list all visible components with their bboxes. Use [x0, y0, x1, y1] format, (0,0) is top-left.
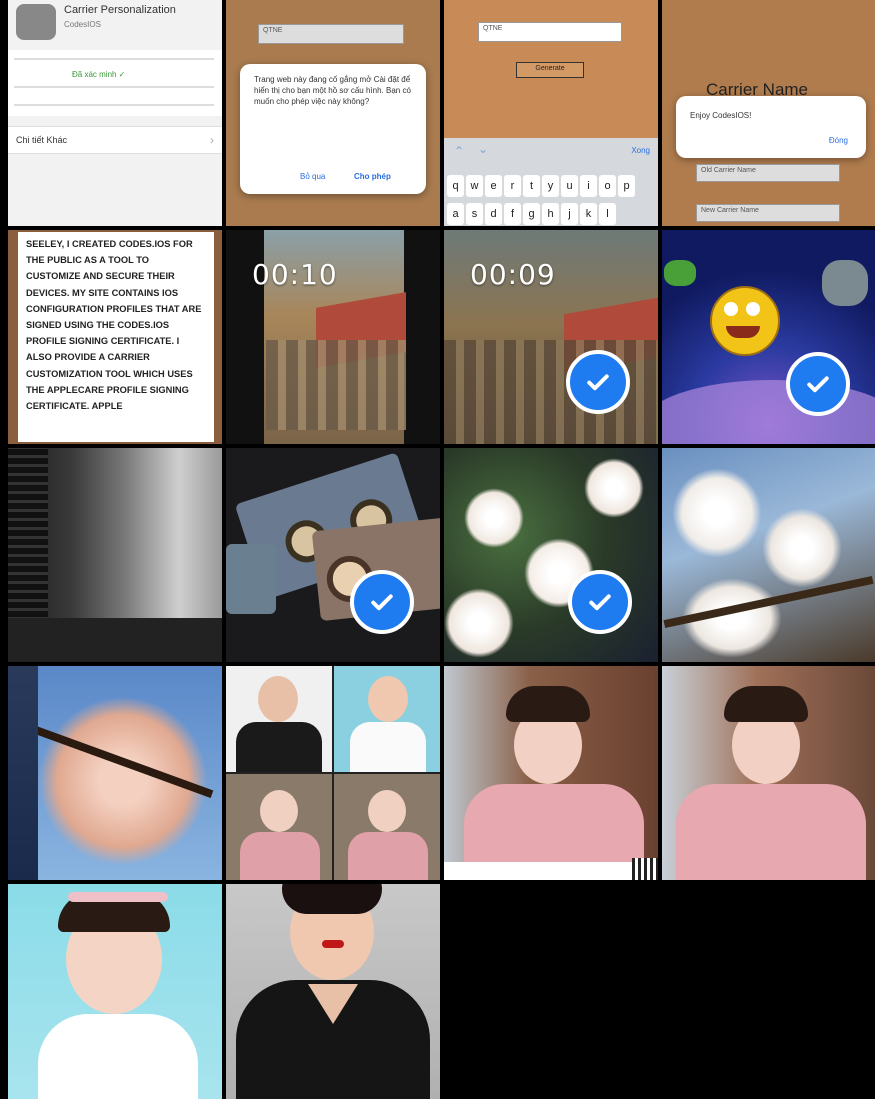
verified-status: Đã xác minh ✓	[72, 70, 126, 79]
photo-tile-9[interactable]	[8, 448, 222, 662]
key-i[interactable]: i	[580, 175, 597, 197]
key-f[interactable]: f	[504, 203, 521, 225]
photo-tile-8[interactable]	[662, 230, 875, 444]
cartoon-character	[822, 260, 868, 306]
key-w[interactable]: w	[466, 175, 483, 197]
key-g[interactable]: g	[523, 203, 540, 225]
key-l[interactable]: l	[599, 203, 616, 225]
permission-dialog: Trang web này đang cố gắng mở Cài đặt để…	[240, 64, 426, 194]
dialog-message: Enjoy CodesIOS!	[690, 111, 752, 120]
photo-tile-3[interactable]: QTNE Generate ⌃ ⌄ Xong qwertyuiop asdfgh…	[444, 0, 658, 226]
chevron-right-icon: ›	[210, 133, 214, 147]
ignore-button[interactable]: Bỏ qua	[300, 172, 325, 181]
key-t[interactable]: t	[523, 175, 540, 197]
key-s[interactable]: s	[466, 203, 483, 225]
portrait-clothing	[38, 1014, 198, 1099]
key-q[interactable]: q	[447, 175, 464, 197]
done-button[interactable]: Xong	[631, 146, 650, 155]
more-details-label: Chi tiết Khác	[16, 135, 68, 145]
video-duration: 00:10	[252, 258, 338, 291]
selected-checkmark-icon[interactable]	[350, 570, 414, 634]
photo-tile-18[interactable]	[226, 884, 440, 1099]
photo-tile-12[interactable]	[662, 448, 875, 662]
key-y[interactable]: y	[542, 175, 559, 197]
selected-checkmark-icon[interactable]	[786, 352, 850, 416]
cartoon-character	[710, 286, 780, 356]
key-u[interactable]: u	[561, 175, 578, 197]
photo-tile-15[interactable]	[444, 666, 658, 880]
photo-tile-13[interactable]	[8, 666, 222, 880]
app-icon	[16, 4, 56, 40]
cartoon-character	[664, 260, 696, 286]
info-block: Đã xác minh ✓	[8, 50, 222, 116]
key-r[interactable]: r	[504, 175, 521, 197]
blossom	[584, 458, 644, 518]
photo-tile-4[interactable]: Carrier Name Enjoy CodesIOS! Đóng Old Ca…	[662, 0, 875, 226]
allow-button[interactable]: Cho phép	[354, 172, 391, 181]
photo-tile-16[interactable]	[662, 666, 875, 880]
photo-tile-11[interactable]	[444, 448, 658, 662]
key-k[interactable]: k	[580, 203, 597, 225]
photo-tile-17[interactable]	[8, 884, 222, 1099]
dialog-message: Trang web này đang cố gắng mở Cài đặt để…	[254, 75, 411, 106]
key-a[interactable]: a	[447, 203, 464, 225]
key-p[interactable]: p	[618, 175, 635, 197]
enjoy-dialog: Enjoy CodesIOS! Đóng	[676, 96, 866, 158]
photo-tile-14[interactable]	[226, 666, 440, 880]
blossom	[464, 488, 524, 548]
key-o[interactable]: o	[599, 175, 616, 197]
code-input: QTNE	[258, 24, 404, 44]
caption-bar	[444, 862, 634, 880]
photo-tile-6[interactable]: 00:10	[226, 230, 440, 444]
blossom	[672, 468, 762, 558]
video-border	[404, 230, 440, 444]
generate-button[interactable]: Generate	[516, 62, 584, 78]
photo-tile-1[interactable]: Carrier Personalization CodesIOS Đã xác …	[8, 0, 222, 226]
close-button[interactable]: Đóng	[829, 136, 848, 145]
photo-tile-7[interactable]: 00:09	[444, 230, 658, 444]
key-j[interactable]: j	[561, 203, 578, 225]
selected-checkmark-icon[interactable]	[566, 350, 630, 414]
more-details-row[interactable]: Chi tiết Khác ›	[8, 126, 222, 154]
key-e[interactable]: e	[485, 175, 502, 197]
portrait-clothing	[676, 784, 866, 880]
video-duration: 00:09	[470, 258, 556, 291]
keyboard-row-2: asdfghjkl	[446, 202, 658, 226]
photo-tile-2[interactable]: QTNE Trang web này đang cố gắng mở Cài đ…	[226, 0, 440, 226]
blossom	[444, 588, 514, 658]
chevron-up-icon: ⌃	[454, 144, 465, 158]
selected-checkmark-icon[interactable]	[568, 570, 632, 634]
code-input: QTNE	[478, 22, 622, 42]
collage-portrait	[226, 666, 332, 772]
collage-portrait	[334, 666, 440, 772]
photo-tile-5[interactable]: SEELEY, I CREATED CODES.IOS FOR THE PUBL…	[8, 230, 222, 444]
qr-code-icon	[632, 858, 658, 880]
carrier-subtitle: CodesIOS	[64, 20, 101, 29]
lips	[322, 940, 344, 948]
key-d[interactable]: d	[485, 203, 502, 225]
key-h[interactable]: h	[542, 203, 559, 225]
old-carrier-field[interactable]: Old Carrier Name	[696, 164, 840, 182]
photo-grid: Carrier Personalization CodesIOS Đã xác …	[0, 0, 875, 1099]
document-text: SEELEY, I CREATED CODES.IOS FOR THE PUBL…	[18, 232, 214, 442]
keyboard: ⌃ ⌄ Xong qwertyuiop asdfghjkl	[444, 138, 658, 226]
keyboard-row-1: qwertyuiop	[446, 174, 658, 198]
new-carrier-field[interactable]: New Carrier Name	[696, 204, 840, 222]
chevron-down-icon: ⌄	[478, 142, 489, 156]
collage-portrait	[226, 774, 332, 880]
blossom	[762, 508, 842, 588]
carrier-title: Carrier Personalization	[64, 4, 176, 16]
photo-tile-10[interactable]	[226, 448, 440, 662]
collage-portrait	[334, 774, 440, 880]
